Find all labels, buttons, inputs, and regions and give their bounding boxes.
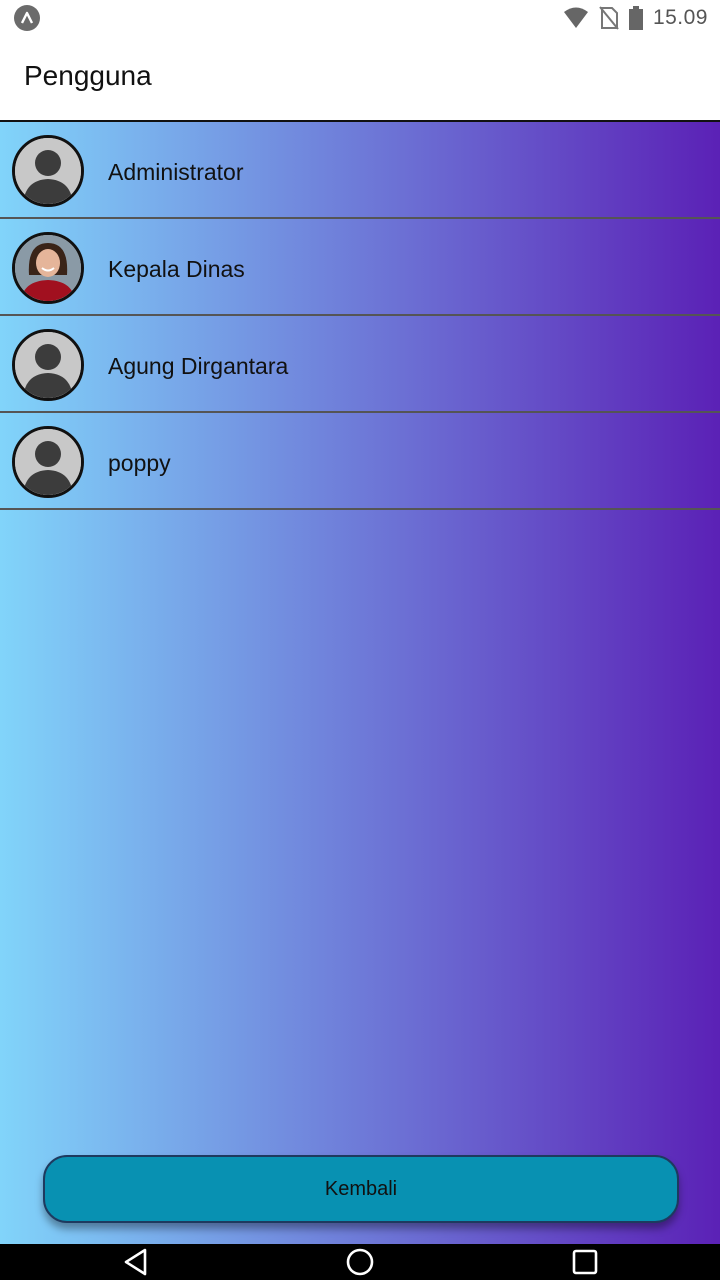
user-list-container: Administrator Kepala Dinas Agung Dirgant… (0, 122, 720, 1244)
default-avatar-icon (12, 329, 84, 401)
back-icon[interactable] (121, 1247, 151, 1277)
page-title: Pengguna (24, 60, 152, 91)
default-avatar-icon (12, 135, 84, 207)
wifi-icon (563, 7, 588, 28)
user-name: Administrator (108, 159, 244, 185)
recents-icon[interactable] (570, 1247, 600, 1277)
user-name: poppy (108, 450, 171, 476)
app-notification-icon (14, 5, 40, 31)
photo-avatar (12, 232, 84, 304)
no-sim-icon (599, 6, 619, 30)
list-item[interactable]: Administrator (0, 122, 720, 219)
list-item[interactable]: poppy (0, 413, 720, 510)
list-item[interactable]: Agung Dirgantara (0, 316, 720, 413)
battery-icon (628, 6, 643, 30)
user-name: Kepala Dinas (108, 256, 245, 282)
status-time: 15.09 (652, 6, 708, 29)
navigation-bar (0, 1244, 720, 1280)
list-item[interactable]: Kepala Dinas (0, 219, 720, 316)
back-button[interactable]: Kembali (43, 1155, 679, 1223)
home-icon[interactable] (345, 1247, 375, 1277)
status-bar: 15.09 (0, 0, 720, 36)
default-avatar-icon (12, 426, 84, 498)
user-list: Administrator Kepala Dinas Agung Dirgant… (0, 122, 720, 510)
status-icons: 15.09 (563, 4, 708, 32)
user-name: Agung Dirgantara (108, 353, 289, 379)
app-bar: Pengguna (0, 36, 720, 122)
